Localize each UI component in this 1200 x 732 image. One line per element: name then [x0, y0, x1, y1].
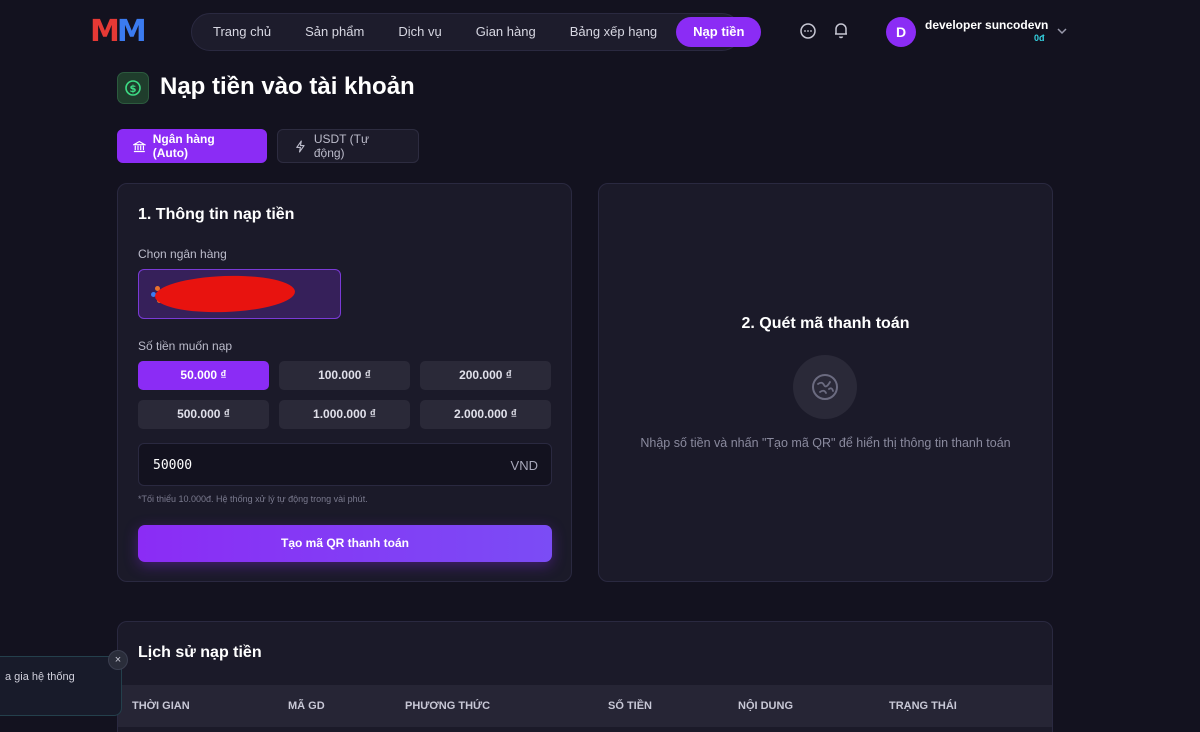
bank-option-selected[interactable]	[138, 269, 341, 319]
qr-title: 2. Quét mã thanh toán	[741, 315, 910, 332]
nav-item-deposit[interactable]: Nạp tiền	[676, 17, 762, 47]
lightning-icon	[296, 139, 305, 153]
toast-notification[interactable]: a gia hệ thống	[0, 656, 122, 716]
chat-icon[interactable]	[799, 22, 817, 40]
preset-200000[interactable]: 200.000 ₫	[420, 361, 551, 390]
nav-item-services[interactable]: Dịch vụ	[381, 17, 458, 47]
preset-1000000[interactable]: 1.000.000 ₫	[279, 400, 410, 429]
user-balance: 0đ	[1034, 33, 1045, 43]
preset-2000000[interactable]: 2.000.000 ₫	[420, 400, 551, 429]
redaction-mark	[154, 273, 296, 315]
amount-unit: VND	[510, 458, 538, 473]
username[interactable]: developer suncodevn	[925, 18, 1048, 32]
tab-usdt[interactable]: USDT (Tự động)	[277, 129, 419, 163]
nav-item-home[interactable]: Trang chủ	[196, 17, 288, 47]
col-content: NỘI DUNG	[738, 700, 793, 712]
preset-500000[interactable]: 500.000 ₫	[138, 400, 269, 429]
chevron-down-icon[interactable]	[1056, 26, 1068, 36]
avatar[interactable]: D	[886, 17, 916, 47]
qr-hint: Nhập số tiền và nhấn "Tạo mã QR" để hiển…	[640, 436, 1011, 450]
amount-hint: *Tối thiểu 10.000đ. Hệ thống xử lý tự độ…	[138, 494, 368, 504]
bell-icon[interactable]	[832, 21, 850, 39]
col-amount: SỐ TIỀN	[608, 700, 653, 712]
preset-100000[interactable]: 100.000 ₫	[279, 361, 410, 390]
history-title: Lịch sử nạp tiền	[138, 644, 262, 661]
nav-item-leaderboard[interactable]: Bảng xếp hạng	[553, 17, 674, 47]
bank-icon	[133, 140, 146, 152]
col-txid: MÃ GD	[288, 700, 325, 712]
tab-usdt-label: USDT (Tự động)	[313, 132, 369, 160]
col-status: TRẠNG THÁI	[889, 700, 957, 712]
svg-text:$: $	[130, 84, 137, 95]
toast-text: a gia hệ thống	[5, 671, 75, 683]
close-icon[interactable]: ×	[108, 650, 128, 670]
nav-item-shops[interactable]: Gian hàng	[459, 17, 553, 47]
bank-label: Chọn ngân hàng	[138, 247, 227, 261]
history-card: Lịch sử nạp tiền THỜI GIAN MÃ GD PHƯƠNG …	[117, 621, 1053, 732]
logo-letter-right: M	[116, 14, 147, 49]
qr-card: 2. Quét mã thanh toán Nhập số tiền và nh…	[598, 183, 1053, 582]
amount-input[interactable]: 50000 VND	[138, 443, 552, 486]
brand-logo[interactable]: MM	[90, 14, 147, 49]
deposit-info-card: 1. Thông tin nạp tiền Chọn ngân hàng Số …	[117, 183, 572, 582]
deposit-info-title: 1. Thông tin nạp tiền	[138, 206, 295, 223]
amount-value: 50000	[153, 458, 193, 473]
history-table-header: THỜI GIAN MÃ GD PHƯƠNG THỨC SỐ TIỀN NỘI …	[118, 685, 1052, 727]
nav-item-products[interactable]: Sản phẩm	[288, 17, 381, 47]
main-nav: Trang chủ Sản phẩm Dịch vụ Gian hàng Bản…	[191, 13, 762, 51]
amount-label: Số tiền muốn nạp	[138, 339, 233, 353]
preset-50000[interactable]: 50.000 ₫	[138, 361, 269, 390]
col-time: THỜI GIAN	[132, 700, 190, 712]
logo-letter-left: M	[90, 14, 120, 49]
tab-bank-label: Ngân hàng (Auto)	[152, 132, 215, 160]
generate-qr-button[interactable]: Tạo mã QR thanh toán	[138, 525, 552, 562]
money-icon: $	[117, 72, 149, 104]
page-title: Nạp tiền vào tài khoản	[160, 73, 415, 100]
tab-bank[interactable]: Ngân hàng (Auto)	[117, 129, 267, 163]
col-method: PHƯƠNG THỨC	[405, 700, 491, 712]
qr-placeholder-icon	[793, 355, 857, 419]
